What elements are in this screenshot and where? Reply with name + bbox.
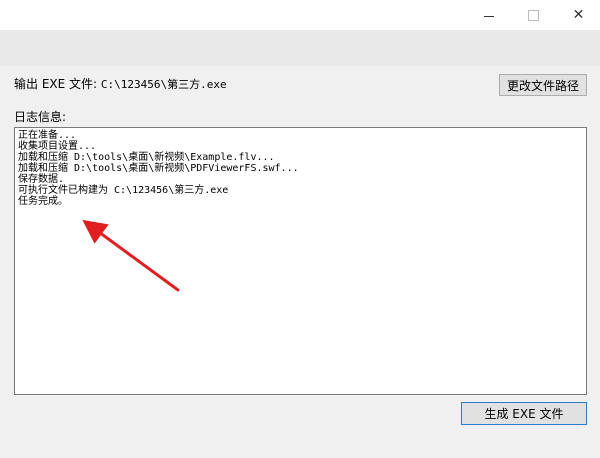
log-line: 收集项目设置... [18, 141, 97, 152]
maximize-icon[interactable] [511, 0, 556, 30]
build-exe-button[interactable]: 生成 EXE 文件 [461, 402, 587, 425]
log-textarea[interactable]: 正在准备... 收集项目设置... 加载和压缩 D:\tools\桌面\新视频\… [14, 127, 587, 395]
title-bar: ✕ [0, 0, 600, 30]
minimize-icon[interactable] [466, 0, 511, 30]
change-path-button[interactable]: 更改文件路径 [499, 74, 587, 96]
output-label-text: 输出 EXE 文件: [14, 77, 98, 91]
log-line: 可执行文件已构建为 C:\123456\第三方.exe [18, 185, 229, 196]
header-band [0, 30, 600, 66]
close-icon[interactable]: ✕ [556, 0, 600, 30]
log-label: 日志信息: [14, 110, 67, 124]
log-line: 保存数据. [18, 174, 65, 185]
output-file-label: 输出 EXE 文件: C:\123456\第三方.exe [14, 76, 227, 92]
output-path: C:\123456\第三方.exe [100, 78, 227, 91]
log-line: 加载和压缩 D:\tools\桌面\新视频\PDFViewerFS.swf... [18, 163, 299, 174]
log-line: 任务完成。 [18, 196, 68, 207]
log-line: 加载和压缩 D:\tools\桌面\新视频\Example.flv... [18, 152, 275, 163]
log-line: 正在准备... [18, 130, 77, 141]
